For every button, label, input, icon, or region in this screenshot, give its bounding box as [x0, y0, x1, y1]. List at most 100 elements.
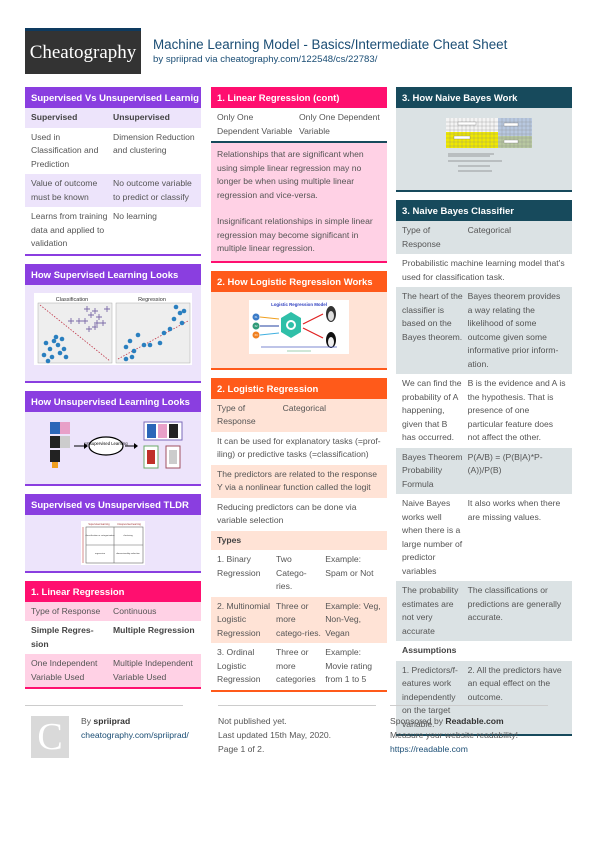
- paragraph: Insignificant relationships in simple li…: [217, 216, 373, 253]
- text-block: Relationships that are significant when …: [211, 143, 387, 261]
- section-how-naive-bayes-work: 3. How Naive Bayes Work: [396, 87, 572, 192]
- cell: Value of outcome must be known: [31, 178, 98, 202]
- cell: The classifications or predictions are g…: [467, 585, 562, 622]
- assumptions-label: Assumptions: [396, 641, 572, 661]
- table-header-row: Supervised Unsupervised: [25, 108, 201, 128]
- table-row: The probability estimates are not very a…: [396, 581, 572, 641]
- table-row: The heart of the classifier is based on …: [396, 287, 572, 374]
- section-title: 1. Linear Regression (cont): [211, 87, 387, 108]
- author-link[interactable]: spriiprad: [166, 54, 203, 65]
- page-header: Cheatography Machine Learning Model - Ba…: [25, 28, 575, 75]
- classification-label: Classification: [56, 297, 88, 303]
- table-row: Value of outcome must be known No outcom…: [25, 174, 201, 207]
- cell: Multiple Regression: [113, 625, 195, 635]
- sponsor-tagline: Measure your website readability!: [390, 730, 519, 740]
- page-number: Page 1 of 2.: [218, 744, 265, 754]
- tldr-col-label: Supervised learning: [88, 523, 110, 526]
- table-row: Type of Response Categorical: [396, 221, 572, 254]
- cheatography-logo[interactable]: Cheatography: [25, 28, 141, 74]
- cell: Two Catego-ries.: [276, 554, 307, 591]
- cell: Naive Bayes works well when there is a l…: [402, 498, 463, 576]
- section-naive-bayes-classifier: 3. Naive Bayes Classifier Type of Respon…: [396, 200, 572, 736]
- unsupervised-center-label: Unsupervised Learning: [84, 441, 128, 446]
- section-tldr: Supervised vs Unsupervised TLDR Supervis…: [25, 493, 201, 573]
- cell: Type of Response: [217, 402, 256, 427]
- logreg-image-title: Logistic Regression Model: [271, 302, 327, 307]
- section-title: 2. How Logistic Regression Works: [211, 270, 387, 292]
- unsupervised-learning-image: Unsupervised Learning: [38, 420, 188, 476]
- sheet-url-link[interactable]: cheatography.com/122548/cs/22783/: [220, 54, 377, 65]
- cell: P(A/B) = (P(B|A)*P-(A))/P(B): [467, 451, 543, 476]
- tldr-table-image: Supervised learning Unsupervised learnin…: [81, 520, 145, 565]
- section-title: How Supervised Learning Looks: [25, 263, 201, 285]
- cell: 1. Binary Regression: [217, 554, 261, 578]
- text-row: It can be used for explanatory tasks (=p…: [211, 431, 387, 465]
- cell: Only One Dependent Variable: [299, 112, 380, 136]
- cell: No learning: [113, 211, 157, 221]
- sponsor-name[interactable]: Readable.com: [445, 716, 503, 726]
- sponsored-prefix: Sponsored by: [390, 716, 446, 726]
- paragraph: Relationships that are significant when …: [217, 149, 364, 200]
- table-row: Simple Regres-sion Multiple Regression: [25, 621, 201, 654]
- cell: 2. Multinomial Logistic Regression: [217, 600, 271, 638]
- text-row: Reducing predictors can be done via vari…: [211, 497, 387, 531]
- naive-bayes-image: [428, 116, 540, 176]
- section-linear-regression-cont: 1. Linear Regression (cont) Only One Dep…: [211, 87, 387, 263]
- cell: Bayes theorem provides a way relating th…: [467, 291, 561, 369]
- by-prefix: by: [153, 54, 166, 65]
- cell: Example: Spam or Not: [325, 554, 374, 578]
- cell: It also works when there are missing val…: [467, 498, 561, 522]
- section-title: 3. Naive Bayes Classifier: [396, 200, 572, 221]
- cell: One Independent Variable Used: [31, 658, 98, 682]
- table-row: 2. Multinomial Logistic Regression Three…: [211, 596, 387, 643]
- table-row: Type of Response Categorical: [211, 398, 387, 432]
- cell: Categorical: [467, 225, 512, 235]
- cell: Example: Veg, Non-Veg, Vegan: [325, 600, 381, 638]
- section-how-logistic-regression-works: 2. How Logistic Regression Works Logisti…: [211, 270, 387, 370]
- footer-status: Not published yet. Last updated 15th May…: [218, 705, 376, 756]
- sponsor-link[interactable]: https://readable.com: [390, 742, 548, 756]
- table-row: Learns from training data and applied to…: [25, 207, 201, 254]
- cell: Type of Response: [402, 225, 441, 249]
- section-how-supervised-looks: How Supervised Learning Looks Classifica…: [25, 263, 201, 383]
- table-row: 3. Ordinal Logistic Regression Three or …: [211, 643, 387, 690]
- table-row: Type of Response Continuous: [25, 601, 201, 621]
- table-row: We can find the probability of A happeni…: [396, 374, 572, 448]
- table-row: 1. Binary Regression Two Catego-ries. Ex…: [211, 550, 387, 597]
- section-title: 2. Logistic Regression: [211, 377, 387, 399]
- cell: The probability estimates are not very a…: [402, 585, 459, 636]
- cell: B is the evidence and A is the hypothesi…: [467, 378, 566, 442]
- cell: Continuous: [113, 605, 157, 616]
- logistic-regression-image: Logistic Regression Model X1 X2 X3: [249, 299, 349, 354]
- column-1: Supervised Vs Unsupervised Learnig Super…: [25, 87, 201, 697]
- cell: We can find the probability of A happeni…: [402, 378, 462, 442]
- last-updated: Last updated 15th May, 2020.: [218, 730, 332, 740]
- cell: Dimension Reduction and clustering: [113, 131, 195, 156]
- text-row: Probabilistic machine learning model tha…: [396, 254, 572, 287]
- table-row: One Independent Variable Used Multiple I…: [25, 654, 201, 687]
- supervised-learning-image: Classification Regression: [34, 292, 192, 365]
- section-linear-regression: 1. Linear Regression Type of Response Co…: [25, 580, 201, 689]
- author-profile-link[interactable]: cheatography.com/spriiprad/: [81, 728, 189, 742]
- column-3: 3. How Naive Bayes Work 3. Naive Bayes C…: [396, 87, 572, 744]
- table-row: Bayes Theorem Probability Formula P(A/B)…: [396, 447, 572, 494]
- publish-status: Not published yet.: [218, 716, 287, 726]
- cell: Type of Response: [31, 605, 101, 616]
- column-2: 1. Linear Regression (cont) Only One Dep…: [211, 87, 387, 700]
- footer-author-name[interactable]: spriiprad: [93, 716, 130, 726]
- cell: Example: Movie rating from 1 to 5: [325, 647, 373, 684]
- cell: Only One Dependent Variable: [217, 112, 293, 136]
- author-avatar[interactable]: C: [31, 716, 69, 758]
- tldr-cell: clustering: [123, 534, 133, 537]
- section-title: Supervised vs Unsupervised TLDR: [25, 493, 201, 515]
- text-row: The predictors are related to the respon…: [211, 464, 387, 498]
- by-label: By: [81, 716, 94, 726]
- cell: Used in Classification and Prediction: [31, 131, 99, 169]
- section-how-unsupervised-looks: How Unsupervised Learning Looks Unsuperv…: [25, 390, 201, 486]
- section-supervised-vs-unsupervised: Supervised Vs Unsupervised Learnig Super…: [25, 87, 201, 256]
- header-cell: Supervised: [31, 112, 78, 122]
- cell: The heart of the classifier is based on …: [402, 291, 463, 342]
- cell: 3. Ordinal Logistic Regression: [217, 647, 261, 684]
- tldr-cell: classification or categorization: [85, 534, 115, 537]
- section-title: How Unsupervised Learning Looks: [25, 390, 201, 412]
